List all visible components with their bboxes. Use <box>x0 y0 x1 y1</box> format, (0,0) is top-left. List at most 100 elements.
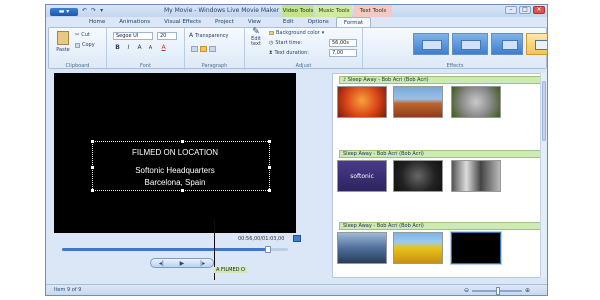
previous-frame-button[interactable]: ◂| <box>159 260 164 267</box>
quick-access-toolbar: ↶ ↷ ▾ <box>82 7 103 14</box>
effect-selected[interactable] <box>526 33 547 55</box>
audio-track[interactable]: Sleep Away - Bob Acri (Bob Acri) <box>339 150 541 158</box>
font-color-button[interactable]: A <box>159 44 168 52</box>
caption-line-2: Softonic Headquarters <box>135 166 215 175</box>
tab-visual-effects[interactable]: Visual Effects <box>157 17 208 27</box>
resize-handle[interactable] <box>181 189 184 192</box>
text-duration-row: ⧗ Text duration: <box>269 50 309 56</box>
ribbon-tabs: Home Animations Visual Effects Project V… <box>46 17 547 27</box>
start-time-row: ◷ Start time: <box>269 40 302 46</box>
tab-edit[interactable]: Edit <box>276 17 301 27</box>
clip-text-title-selected[interactable] <box>450 231 502 265</box>
paste-button[interactable]: Paste <box>55 31 71 53</box>
bold-button[interactable]: B <box>113 44 122 52</box>
seek-bar[interactable] <box>62 246 288 253</box>
storyboard-scrollbar[interactable] <box>540 73 546 278</box>
fullscreen-button[interactable] <box>293 235 301 242</box>
align-center-icon[interactable] <box>200 46 207 52</box>
italic-button[interactable]: I <box>124 44 133 52</box>
playback-controls: ◂| ▶ |▸ <box>150 258 214 268</box>
align-left-icon[interactable] <box>191 46 198 52</box>
scissors-icon: ✂ <box>75 32 80 38</box>
context-group-music-tools: Music Tools <box>316 5 352 17</box>
redo-icon[interactable]: ↷ <box>91 7 96 14</box>
copy-icon <box>75 42 80 48</box>
timecode-display: 00:56,00/01:03,00 <box>238 236 285 242</box>
tab-project[interactable]: Project <box>208 17 241 27</box>
audio-track[interactable]: Sleep Away - Bob Acri (Bob Acri) <box>339 222 541 230</box>
context-group-text-tools: Text Tools <box>354 5 392 17</box>
scrollbar-thumb[interactable] <box>542 81 546 141</box>
align-right-icon[interactable] <box>209 46 216 52</box>
app-window: ▬ ▾ ↶ ↷ ▾ My Movie - Windows Live Movie … <box>45 4 548 296</box>
clip-koala[interactable] <box>451 86 501 118</box>
resize-handle[interactable] <box>268 189 271 192</box>
close-button[interactable]: ✕ <box>533 6 545 14</box>
font-family-select[interactable]: Segoe UI <box>113 32 153 40</box>
tab-view[interactable]: View <box>241 17 268 27</box>
audio-track[interactable]: ♪ Sleep Away - Bob Acri (Bob Acri) <box>339 76 541 84</box>
window-controls: – □ ✕ <box>505 6 545 14</box>
edit-text-icon: ✎ <box>252 27 260 37</box>
font-size-select[interactable]: 20 <box>157 32 177 40</box>
maximize-button[interactable]: □ <box>519 6 531 14</box>
zoom-thumb[interactable] <box>496 286 501 295</box>
storyboard: ♪ Sleep Away - Bob Acri (Bob Acri) Sleep… <box>332 73 542 278</box>
edit-text-label: Edit text <box>251 36 261 47</box>
font-group: Segoe UI 20 B I A A A Font <box>107 28 185 70</box>
clip-tulips[interactable] <box>393 232 443 264</box>
title-bar: ▬ ▾ ↶ ↷ ▾ My Movie - Windows Live Movie … <box>46 5 547 17</box>
resize-handle[interactable] <box>181 140 184 143</box>
background-color-button[interactable]: Background color ▾ <box>269 30 324 36</box>
minimize-button[interactable]: – <box>505 6 517 14</box>
transparency-label: Transparency <box>195 32 229 39</box>
undo-icon[interactable]: ↶ <box>82 7 87 14</box>
video-preview[interactable]: FILMED ON LOCATION Softonic Headquarters… <box>54 73 296 233</box>
clip-desert[interactable] <box>393 86 443 118</box>
paragraph-group: A Transparency Paragraph <box>185 28 245 70</box>
paragraph-group-label: Paragraph <box>201 63 228 69</box>
zoom-slider[interactable] <box>472 286 523 295</box>
effect-slide[interactable] <box>452 33 488 55</box>
resize-handle[interactable] <box>268 140 271 143</box>
clip-softonic-logo[interactable]: softonic <box>337 160 387 192</box>
seek-thumb[interactable] <box>264 246 271 253</box>
cut-button[interactable]: ✂ Cut <box>75 32 90 38</box>
clip-conference-room[interactable] <box>337 232 387 264</box>
clip-office[interactable] <box>451 160 501 192</box>
effect-preview-thumb <box>422 40 442 50</box>
edit-text-button[interactable]: ✎ Edit text <box>249 27 263 47</box>
shrink-font-button[interactable]: A <box>146 44 155 52</box>
copy-label: Copy <box>82 42 95 48</box>
grow-font-button[interactable]: A <box>135 44 144 52</box>
app-menu-button[interactable]: ▬ ▾ <box>50 8 78 16</box>
resize-handle[interactable] <box>91 189 94 192</box>
effect-scroll[interactable] <box>413 33 449 55</box>
clip-flower-orange[interactable] <box>337 86 387 118</box>
zoom-in-icon[interactable]: ⊕ <box>525 287 530 294</box>
play-button[interactable]: ▶ <box>180 260 185 267</box>
window-title: My Movie - Windows Live Movie Maker <box>164 7 280 14</box>
tab-animations[interactable]: Animations <box>112 17 157 27</box>
tab-home[interactable]: Home <box>82 17 112 27</box>
start-time-input[interactable]: 56,00s <box>329 39 357 47</box>
clip-camera[interactable] <box>393 160 443 192</box>
tab-options[interactable]: Options <box>301 17 336 27</box>
customize-qat-icon[interactable]: ▾ <box>100 7 103 14</box>
zoom-control: ⊖ ⊕ <box>464 286 542 295</box>
item-count: Item 9 of 9 <box>54 287 82 293</box>
transparency-icon: A <box>189 32 194 39</box>
background-color-label: Background color <box>276 30 320 36</box>
effect-fly-in[interactable] <box>491 33 523 55</box>
paste-label: Paste <box>56 47 70 53</box>
resize-handle[interactable] <box>91 140 94 143</box>
effects-group-label: Effects <box>446 63 464 69</box>
text-duration-input[interactable]: 7,00 <box>329 49 357 57</box>
status-bar: Item 9 of 9 ⊖ ⊕ <box>46 284 547 295</box>
zoom-out-icon[interactable]: ⊖ <box>464 287 469 294</box>
transparency-button[interactable]: A Transparency <box>189 32 228 39</box>
copy-button[interactable]: Copy <box>75 42 95 48</box>
clock-icon: ◷ <box>269 40 274 46</box>
tab-format[interactable]: Format <box>335 17 372 27</box>
next-frame-button[interactable]: |▸ <box>200 260 205 267</box>
